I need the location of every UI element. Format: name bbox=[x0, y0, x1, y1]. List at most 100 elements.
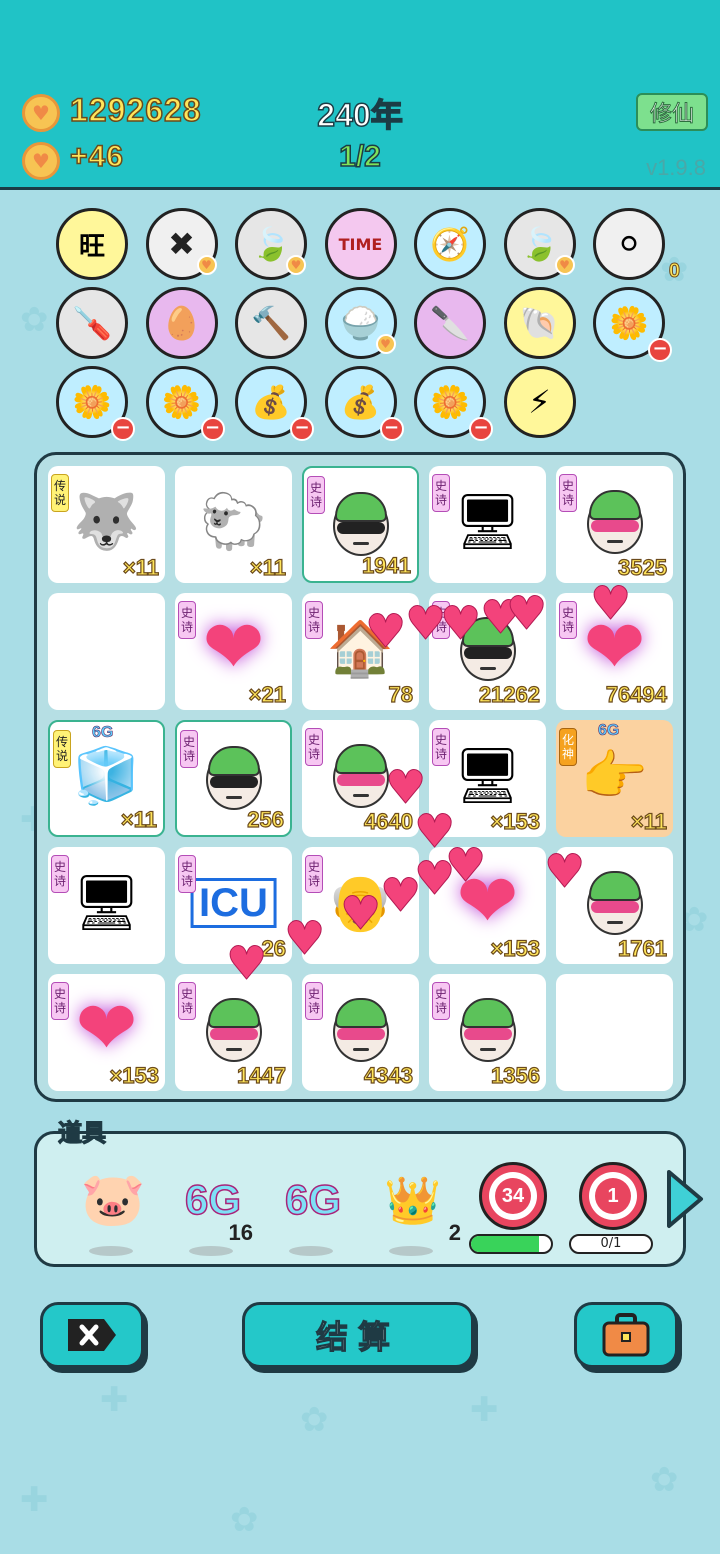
pointing-hand-icon: 👉 bbox=[580, 743, 649, 807]
fridge-crown-icon: 🧊 bbox=[72, 743, 141, 807]
board-cell[interactable]: ❤ 史诗 ×21 bbox=[175, 593, 292, 710]
shell-icon[interactable]: 🐚 bbox=[503, 287, 576, 359]
delete-button[interactable] bbox=[40, 1302, 144, 1368]
settle-button[interactable]: 结算 bbox=[242, 1302, 474, 1368]
rabbit-house-icon: 🏠 bbox=[326, 616, 395, 680]
flower-pot-icon[interactable]: 🌼 − bbox=[56, 366, 135, 441]
board-cell[interactable]: 史诗 4640 bbox=[302, 720, 419, 837]
bag-button[interactable] bbox=[574, 1302, 678, 1368]
cell-count: 1447 bbox=[236, 1062, 286, 1088]
leaf-icon[interactable]: 🍃 ♥ bbox=[503, 208, 576, 280]
pink-glasses-face-icon bbox=[202, 992, 266, 1066]
board-cell[interactable]: 👉 化神 6G ×11 bbox=[556, 720, 673, 837]
lightning-icon[interactable]: ⚡ bbox=[503, 366, 576, 438]
heart-glow-icon: ❤ bbox=[75, 985, 138, 1072]
egg-tray-icon[interactable]: ⚪ 0 bbox=[593, 208, 681, 283]
target-progress-bar: 0/1 bbox=[569, 1234, 653, 1254]
crown-tool[interactable]: 👑 2 bbox=[373, 1170, 461, 1256]
cell-count: 1356 bbox=[490, 1062, 540, 1088]
cell-count: 78 bbox=[388, 681, 414, 707]
board-cell[interactable]: 🖥 史诗 bbox=[429, 466, 546, 583]
board-cell[interactable]: 史诗 21262 bbox=[429, 593, 546, 710]
briefcase-icon bbox=[602, 1313, 650, 1357]
board-cell[interactable]: 史诗 256 bbox=[175, 720, 292, 837]
board-cell[interactable]: 🐑 ×11 bbox=[175, 466, 292, 583]
cell-count: ×153 bbox=[109, 1062, 160, 1088]
rarity-tag: 史诗 bbox=[305, 601, 323, 639]
pink-glasses-face-icon bbox=[456, 992, 520, 1066]
board-cell[interactable]: 🖥 史诗 ×153 bbox=[429, 720, 546, 837]
rice-bowl-icon[interactable]: 🍚 ♥ bbox=[324, 287, 397, 359]
heart-glow-icon: ❤ bbox=[202, 604, 265, 691]
sunglasses-face-icon bbox=[329, 486, 393, 560]
delete-tag-icon[interactable]: ✖ ♥ bbox=[145, 208, 218, 280]
minus-badge-icon: − bbox=[111, 417, 135, 441]
screwdriver-icon[interactable]: 🪛 bbox=[56, 287, 128, 359]
rarity-tag: 史诗 bbox=[559, 474, 577, 512]
rarity-tag: 史诗 bbox=[559, 601, 577, 639]
pink-glasses-face-icon bbox=[329, 738, 393, 812]
board-cell[interactable]: 🧊 传说 6G ×11 bbox=[48, 720, 165, 837]
board-cell[interactable]: ❤ ×153 bbox=[429, 847, 546, 964]
board-cell[interactable]: 史诗 3525 bbox=[556, 466, 673, 583]
pink-glasses-face-icon bbox=[583, 484, 647, 558]
sunglasses-face-icon bbox=[202, 740, 266, 814]
compass-icon[interactable]: 🧭 bbox=[414, 208, 486, 280]
target-icon[interactable]: 1 bbox=[579, 1162, 647, 1230]
tools-panel: 🐷 6G 16 6G 👑 2 34 1 0/1 bbox=[34, 1131, 703, 1267]
board-cell[interactable]: 👴 史诗 bbox=[302, 847, 419, 964]
money-bag-icon[interactable]: 💰 − bbox=[324, 366, 404, 441]
cell-count: 21262 bbox=[478, 681, 540, 707]
money-bag-icon[interactable]: 💰 − bbox=[235, 366, 314, 441]
board-cell[interactable] bbox=[48, 593, 165, 710]
time-magazine-icon[interactable]: TIME bbox=[324, 208, 397, 280]
gpu-card-icon: 🖥 bbox=[72, 870, 141, 934]
board-cell[interactable] bbox=[556, 974, 673, 1091]
version-label: v1.9.8 bbox=[646, 155, 706, 180]
wang-tiles-icon[interactable]: 旺 bbox=[56, 208, 128, 280]
minus-badge-icon: − bbox=[290, 417, 314, 441]
egg-face-icon[interactable]: 🥚 bbox=[145, 287, 218, 359]
target-icon[interactable]: 34 bbox=[479, 1162, 547, 1230]
board-cell[interactable]: 史诗 4343 bbox=[302, 974, 419, 1091]
board-cell[interactable]: 史诗 1941 bbox=[302, 466, 419, 583]
board-cell[interactable]: ❤ 史诗 76494 bbox=[556, 593, 673, 710]
board-cell[interactable]: ❤ 史诗 ×153 bbox=[48, 974, 165, 1091]
sunglasses-face-icon bbox=[456, 611, 520, 685]
minus-badge-icon: − bbox=[379, 417, 404, 441]
rarity-tag: 史诗 bbox=[432, 601, 450, 639]
board-cell[interactable]: 🏠 史诗 78 bbox=[302, 593, 419, 710]
board-cell[interactable]: 🖥 史诗 bbox=[48, 847, 165, 964]
board-cell[interactable]: ICU 史诗 26 bbox=[175, 847, 292, 964]
rarity-tag: 传说 bbox=[51, 474, 69, 512]
leaf-icon[interactable]: 🍃 ♥ bbox=[235, 208, 307, 280]
flower-pot-icon[interactable]: 🌼 − bbox=[593, 287, 672, 362]
board-cell[interactable]: 史诗 1356 bbox=[429, 974, 546, 1091]
flower-pot-icon[interactable]: 🌼 − bbox=[414, 366, 493, 441]
board-cell[interactable]: 1761 bbox=[556, 847, 673, 964]
cleaver-icon[interactable]: 🔪 bbox=[414, 287, 486, 359]
6g-tool[interactable]: 6G bbox=[273, 1170, 353, 1256]
board-cell[interactable]: 🐺 传说 ×11 bbox=[48, 466, 165, 583]
hammer-icon[interactable]: 🔨 bbox=[235, 287, 307, 359]
next-arrow-icon[interactable] bbox=[665, 1168, 705, 1230]
rarity-tag: 化神 bbox=[559, 728, 577, 766]
board-cell[interactable]: 史诗 1447 bbox=[175, 974, 292, 1091]
cell-count: 256 bbox=[247, 806, 285, 832]
cultivate-button[interactable]: 修仙 bbox=[636, 93, 708, 131]
rarity-tag: 史诗 bbox=[178, 982, 196, 1020]
minus-badge-icon: − bbox=[648, 338, 672, 362]
6g-icon: 6G bbox=[284, 1175, 342, 1224]
cell-count: ×21 bbox=[248, 681, 287, 707]
piggy-bank-tool[interactable]: 🐷 bbox=[73, 1170, 153, 1256]
cell-count: ×11 bbox=[630, 808, 667, 834]
sheep-icon: 🐑 bbox=[199, 489, 268, 553]
minus-badge-icon: − bbox=[469, 417, 493, 441]
top-status-bar: ♥ 1292628 ♥ +46 240年 1/2 修仙 v1.9.8 bbox=[0, 0, 720, 190]
flower-pot-icon[interactable]: 🌼 − bbox=[145, 366, 225, 441]
6g-badge: 6G bbox=[92, 724, 114, 742]
gpu-card-icon: 🖥 bbox=[453, 743, 522, 807]
target-progress-label: 0/1 bbox=[600, 1236, 622, 1251]
cell-count: 3525 bbox=[617, 554, 667, 580]
6g-tool[interactable]: 6G 16 bbox=[173, 1170, 253, 1256]
